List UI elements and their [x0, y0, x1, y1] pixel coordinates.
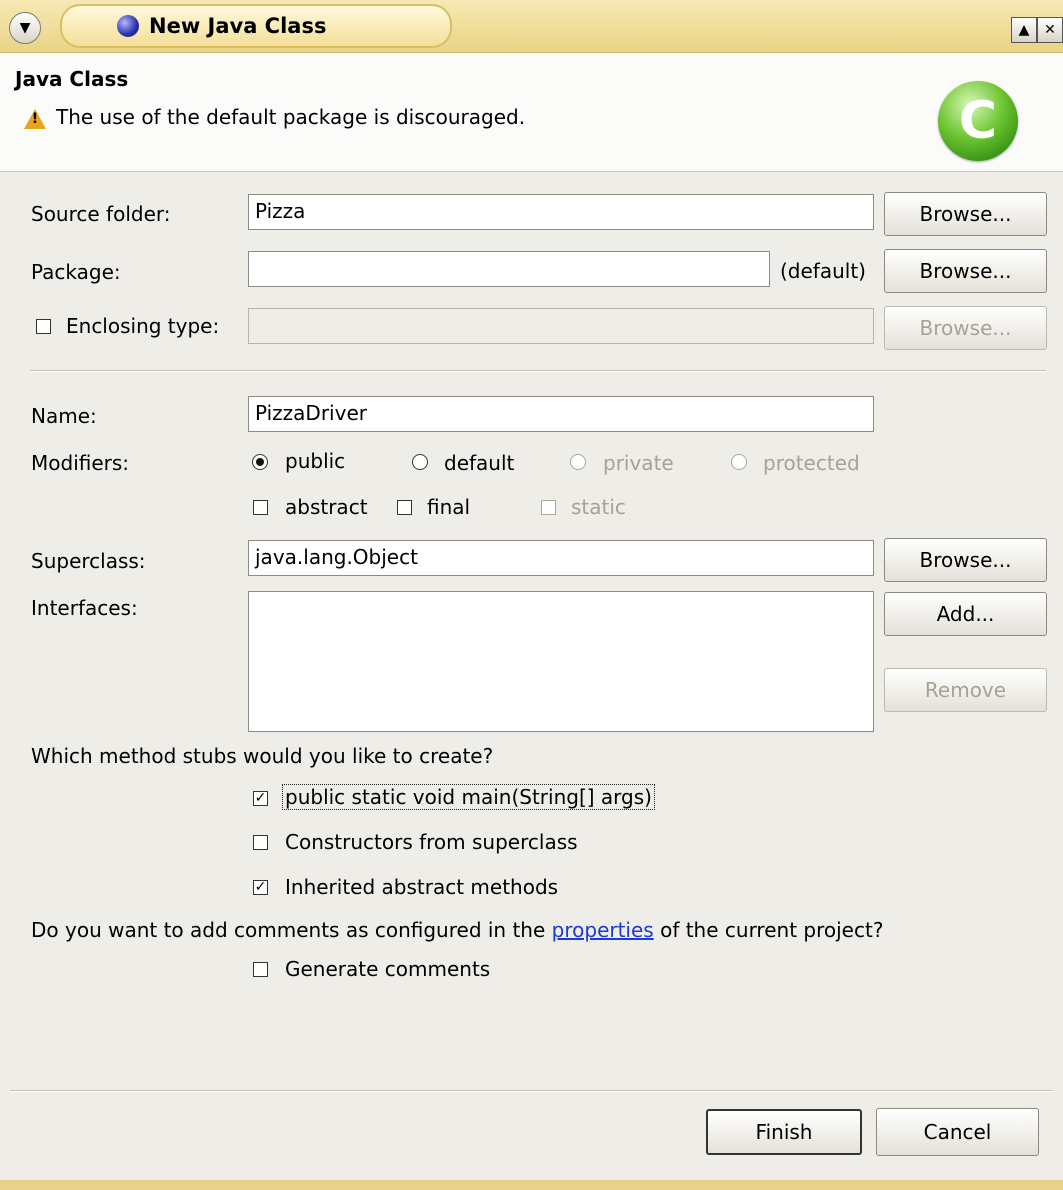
- final-label: final: [427, 495, 471, 519]
- footer-separator: [10, 1090, 1053, 1092]
- name-input[interactable]: PizzaDriver: [248, 396, 874, 432]
- package-label: Package:: [31, 260, 121, 284]
- modifier-private-label: private: [603, 451, 674, 475]
- static-label: static: [571, 495, 626, 519]
- constructors-checkbox[interactable]: [253, 835, 268, 850]
- wizard-header: Java Class ! The use of the default pack…: [0, 53, 1063, 172]
- comments-question-suffix: of the current project?: [660, 918, 884, 942]
- enclosing-type-input[interactable]: [248, 308, 874, 344]
- page-title: Java Class: [15, 67, 129, 91]
- properties-link[interactable]: properties: [552, 918, 654, 942]
- warning-mark: !: [31, 111, 39, 127]
- separator: [30, 370, 1046, 372]
- modifier-public-radio[interactable]: [252, 454, 268, 470]
- eclipse-icon: [117, 15, 139, 37]
- interfaces-add-button[interactable]: Add...: [884, 592, 1047, 636]
- java-class-icon: C: [938, 81, 1018, 161]
- final-checkbox[interactable]: [397, 500, 412, 515]
- abstract-label: abstract: [285, 495, 368, 519]
- superclass-label: Superclass:: [31, 549, 146, 573]
- generate-comments-label: Generate comments: [285, 957, 491, 981]
- package-browse-button[interactable]: Browse...: [884, 249, 1047, 293]
- main-method-checkbox[interactable]: ✓: [253, 791, 268, 806]
- modifier-default-radio[interactable]: [412, 454, 428, 470]
- modifier-default-label: default: [444, 451, 515, 475]
- source-folder-browse-button[interactable]: Browse...: [884, 192, 1047, 236]
- modifier-public-label: public: [285, 449, 346, 473]
- source-folder-input[interactable]: Pizza: [248, 194, 874, 230]
- interfaces-remove-button[interactable]: Remove: [884, 668, 1047, 712]
- package-default-hint: (default): [780, 259, 866, 283]
- cancel-button[interactable]: Cancel: [876, 1108, 1039, 1156]
- superclass-browse-button[interactable]: Browse...: [884, 538, 1047, 582]
- modifier-private-radio[interactable]: [570, 454, 586, 470]
- enclosing-type-checkbox[interactable]: [36, 319, 51, 334]
- abstract-checkbox[interactable]: [253, 500, 268, 515]
- constructors-label: Constructors from superclass: [285, 830, 578, 854]
- package-input[interactable]: [248, 251, 770, 287]
- source-folder-label: Source folder:: [31, 202, 171, 226]
- stubs-question: Which method stubs would you like to cre…: [31, 744, 494, 768]
- inherited-methods-checkbox[interactable]: ✓: [253, 880, 268, 895]
- window-title: New Java Class: [149, 14, 327, 38]
- inherited-methods-label: Inherited abstract methods: [285, 875, 559, 899]
- modifiers-label: Modifiers:: [31, 451, 130, 475]
- finish-button[interactable]: Finish: [706, 1109, 862, 1155]
- modifier-protected-radio[interactable]: [731, 454, 747, 470]
- generate-comments-checkbox[interactable]: [253, 962, 268, 977]
- interfaces-label: Interfaces:: [31, 596, 138, 620]
- superclass-input[interactable]: java.lang.Object: [248, 540, 874, 576]
- warning-message: The use of the default package is discou…: [56, 105, 526, 129]
- eject-icon: ▲: [1018, 22, 1030, 38]
- window-title-tab: New Java Class: [60, 4, 452, 48]
- interfaces-list[interactable]: [248, 591, 874, 732]
- enclosing-type-label: Enclosing type:: [66, 314, 220, 338]
- class-icon-letter: C: [958, 91, 998, 151]
- enclosing-type-browse-button[interactable]: Browse...: [884, 306, 1047, 350]
- comments-question: Do you want to add comments as configure…: [31, 918, 883, 942]
- name-label: Name:: [31, 404, 97, 428]
- chevron-down-icon: ▼: [19, 20, 31, 36]
- main-method-label: public static void main(String[] args): [282, 784, 655, 810]
- close-button[interactable]: ✕: [1037, 17, 1063, 43]
- window-bottom-border: [0, 1180, 1063, 1190]
- static-checkbox[interactable]: [541, 500, 556, 515]
- modifier-protected-label: protected: [763, 451, 860, 475]
- close-icon: ✕: [1044, 22, 1056, 38]
- maximize-button[interactable]: ▲: [1011, 17, 1037, 43]
- comments-question-prefix: Do you want to add comments as configure…: [31, 918, 546, 942]
- window-menu-button[interactable]: ▼: [9, 12, 41, 44]
